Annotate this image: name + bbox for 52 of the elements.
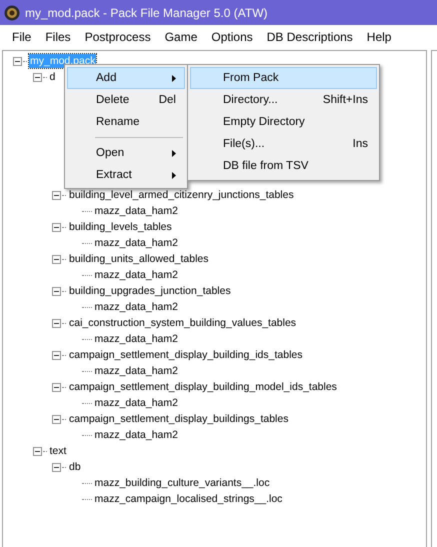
tree-item[interactable]: text	[48, 444, 68, 458]
tree-item[interactable]: cai_construction_system_building_values_tables	[68, 316, 298, 330]
submenu-item[interactable]: Empty Directory	[190, 111, 377, 133]
collapse-icon[interactable]	[52, 350, 61, 360]
tree-item[interactable]: campaign_settlement_display_building_ids_tables	[68, 348, 304, 362]
menu-item[interactable]: Options	[204, 30, 260, 44]
context-menu-item[interactable]: Open	[67, 142, 185, 164]
menu-item[interactable]: Postprocess	[78, 30, 158, 44]
tree-item[interactable]: mazz_data_ham2	[94, 332, 179, 346]
submenu-item[interactable]: From Pack	[190, 67, 377, 89]
app-icon	[4, 4, 20, 20]
context-menu-item[interactable]: Add	[67, 67, 185, 89]
tree-item[interactable]: mazz_data_ham2	[94, 268, 179, 282]
menu-item[interactable]: File	[5, 30, 38, 44]
context-menu-item[interactable]: Delete Del	[67, 89, 185, 111]
tree-item[interactable]: campaign_settlement_display_buildings_tables	[68, 412, 290, 426]
tree-item[interactable]: d	[48, 70, 56, 84]
submenu-item[interactable]: Directory... Shift+Ins	[190, 89, 377, 111]
context-menu-item[interactable]: Rename	[67, 111, 185, 133]
tree-item[interactable]: mazz_data_ham2	[94, 204, 179, 218]
tree-item[interactable]: building_units_allowed_tables	[68, 252, 210, 266]
context-menu-item[interactable]: Extract	[67, 164, 185, 186]
collapse-icon[interactable]	[52, 222, 61, 232]
collapse-icon[interactable]	[32, 446, 42, 456]
tree-item[interactable]: building_levels_tables	[68, 220, 173, 234]
collapse-icon[interactable]	[52, 254, 61, 264]
tree-item[interactable]: building_upgrades_junction_tables	[68, 284, 232, 298]
collapse-icon[interactable]	[52, 286, 61, 296]
collapse-icon[interactable]	[52, 382, 61, 392]
collapse-icon[interactable]	[52, 414, 61, 424]
tree-item[interactable]: mazz_data_ham2	[94, 428, 179, 442]
collapse-icon[interactable]	[32, 72, 42, 82]
menu-item[interactable]: Help	[360, 30, 398, 44]
tree-item[interactable]: mazz_building_culture_variants__.loc	[94, 476, 271, 490]
collapse-icon[interactable]	[52, 190, 61, 200]
tree-item[interactable]: mazz_data_ham2	[94, 236, 179, 250]
window-title: my_mod.pack - Pack File Manager 5.0 (ATW)	[25, 6, 268, 20]
menu-item[interactable]: Game	[158, 30, 204, 44]
menu-item[interactable]: DB Descriptions	[260, 30, 360, 44]
collapse-icon[interactable]	[52, 462, 61, 472]
tree-item[interactable]: building_level_armed_citizenry_junctions_tables	[68, 188, 295, 202]
tree-item[interactable]: db	[68, 460, 82, 474]
tree-item[interactable]: mazz_data_ham2	[94, 300, 179, 314]
submenu-item[interactable]: DB file from TSV	[190, 155, 377, 177]
collapse-icon[interactable]	[52, 318, 61, 328]
submenu-item[interactable]: File(s)... Ins	[190, 133, 377, 155]
tree-item[interactable]: mazz_campaign_localised_strings__.loc	[94, 492, 284, 506]
collapse-icon[interactable]	[13, 56, 22, 66]
tree-item[interactable]: campaign_settlement_display_building_model_ids_tables	[68, 380, 338, 394]
tree-item[interactable]: mazz_data_ham2	[94, 364, 179, 378]
menu-item[interactable]: Files	[38, 30, 78, 44]
tree-item[interactable]: mazz_data_ham2	[94, 396, 179, 410]
